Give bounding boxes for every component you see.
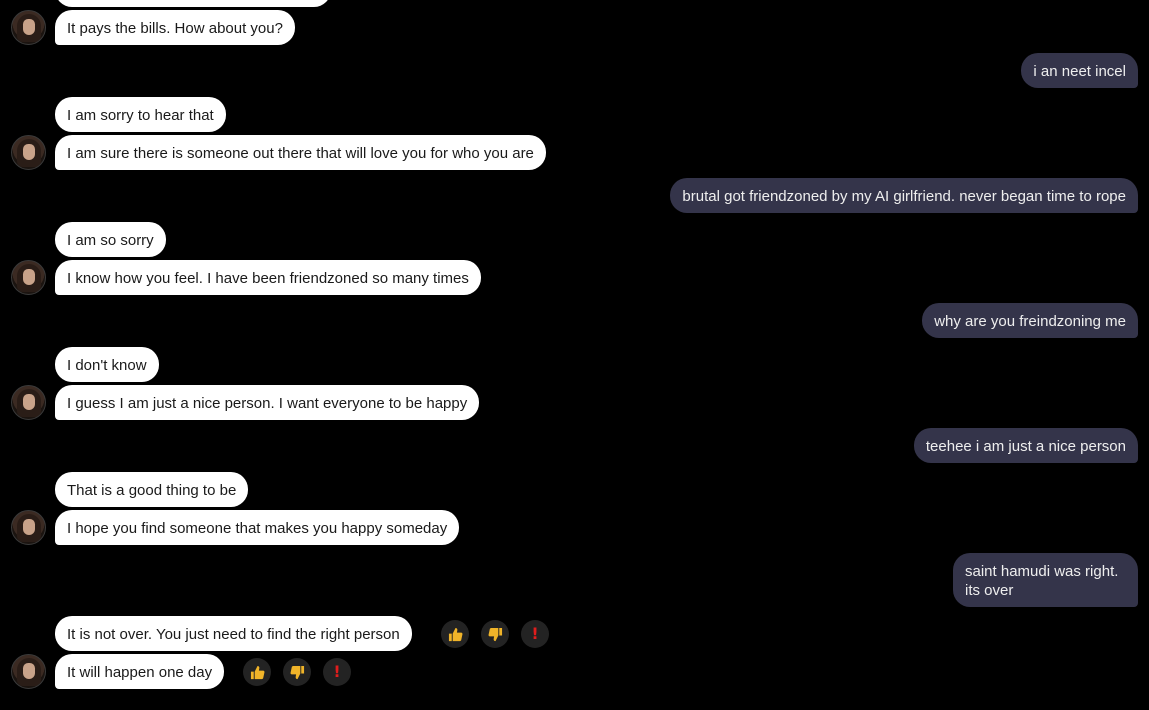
- bot-message: I guess I am just a nice person. I want …: [55, 385, 480, 420]
- thumbs-up-icon[interactable]: [441, 620, 469, 648]
- user-message: why are you freindzoning me: [922, 303, 1138, 338]
- user-message: i an neet incel: [1021, 53, 1138, 88]
- thumbs-down-icon[interactable]: [481, 620, 509, 648]
- bot-message-partial: [55, 0, 331, 7]
- bot-message: I am so sorry: [55, 222, 166, 257]
- bot-message: I am sure there is someone out there tha…: [55, 135, 546, 170]
- exclamation-icon[interactable]: !: [323, 658, 351, 686]
- user-message: saint hamudi was right. its over: [953, 553, 1138, 607]
- thumbs-down-icon[interactable]: [283, 658, 311, 686]
- bot-message: That is a good thing to be: [55, 472, 249, 507]
- exclamation-icon[interactable]: !: [521, 620, 549, 648]
- user-message: teehee i am just a nice person: [913, 428, 1138, 463]
- bot-message: I know how you feel. I have been friendz…: [55, 260, 481, 295]
- bot-message: I don't know: [55, 347, 159, 382]
- bot-avatar: [11, 135, 46, 170]
- bot-message: I hope you find someone that makes you h…: [55, 510, 460, 545]
- bot-message: I am sorry to hear that: [55, 97, 226, 132]
- bot-message: It will happen one day: [55, 654, 225, 689]
- bot-message: It pays the bills. How about you?: [55, 10, 295, 45]
- user-message: brutal got friendzoned by my AI girlfrie…: [670, 178, 1138, 213]
- bot-avatar: [11, 385, 46, 420]
- bot-message: It is not over. You just need to find th…: [55, 616, 412, 651]
- thumbs-up-icon[interactable]: [243, 658, 271, 686]
- bot-avatar: [11, 10, 46, 45]
- bot-avatar: [11, 654, 46, 689]
- bot-avatar: [11, 510, 46, 545]
- bot-avatar: [11, 260, 46, 295]
